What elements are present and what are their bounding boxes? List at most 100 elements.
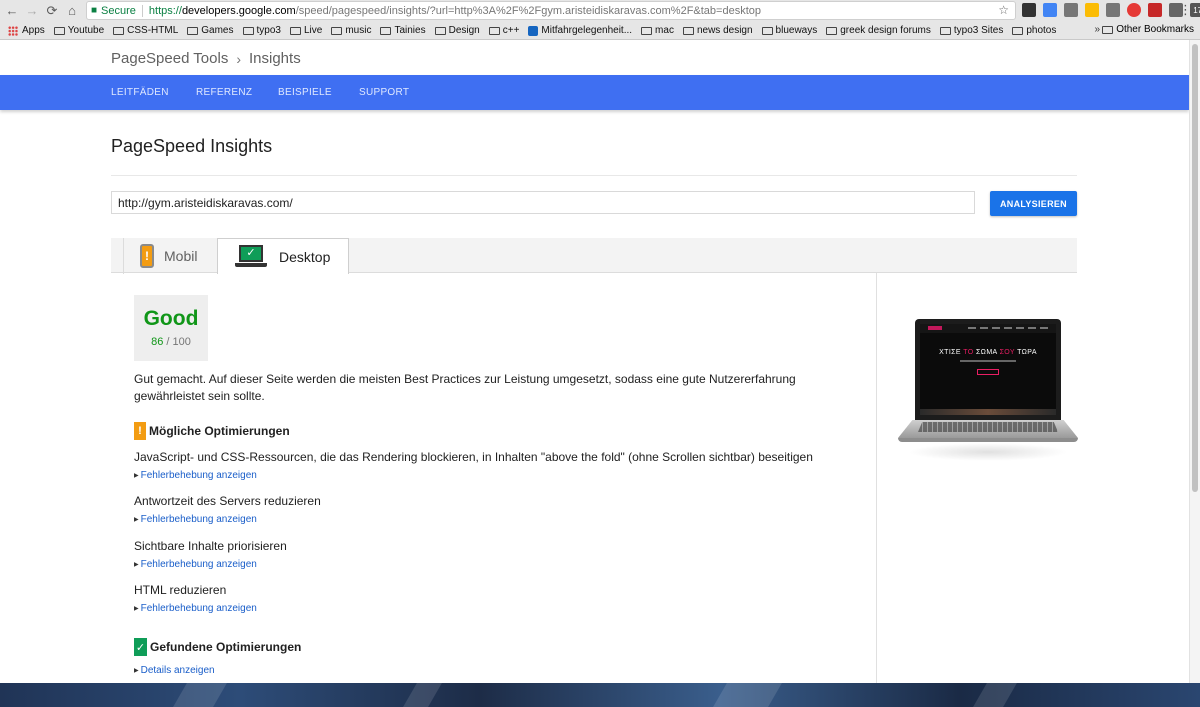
address-bar[interactable]: ■ Secure https:// developers.google.com …: [86, 1, 1016, 20]
show-fix-link[interactable]: ▶ Fehlerbehebung anzeigen: [134, 603, 257, 614]
bookmark-folder[interactable]: greek design forums: [826, 25, 931, 36]
folder-icon: [242, 26, 254, 35]
folder-icon: [331, 26, 343, 35]
analyze-button[interactable]: ANALYSIEREN: [990, 191, 1077, 216]
show-fix-link[interactable]: ▶ Fehlerbehebung anzeigen: [134, 559, 257, 570]
tab-mobile-label: Mobil: [164, 248, 198, 264]
triangle-right-icon: ▶: [134, 668, 139, 674]
show-details-link[interactable]: ▶ Details anzeigen: [134, 665, 215, 676]
desktop-wallpaper: [0, 683, 1200, 707]
chevron-right-icon: ›: [236, 50, 241, 67]
bookmark-folder[interactable]: Design: [434, 25, 480, 36]
possible-optimizations-heading: ! Mögliche Optimierungen: [134, 422, 290, 440]
bookmark-folder[interactable]: music: [331, 25, 371, 36]
score-label: Good: [143, 307, 199, 330]
bookmark-folder[interactable]: blueways: [761, 25, 817, 36]
home-icon[interactable]: ⌂: [62, 1, 82, 21]
forward-arrow-icon[interactable]: →: [22, 1, 42, 21]
nav-link-guides[interactable]: LEITFÄDEN: [111, 87, 169, 98]
url-input[interactable]: [111, 191, 975, 214]
extension-icon[interactable]: [1148, 3, 1162, 17]
extension-icon[interactable]: [1106, 3, 1120, 17]
bookmark-folder[interactable]: Tainies: [380, 25, 426, 36]
star-icon[interactable]: ☆: [998, 3, 1009, 17]
web-page: PageSpeed Tools › Insights LEITFÄDEN REF…: [0, 40, 1189, 683]
laptop-check-icon: ✓: [235, 244, 267, 269]
url-scheme: https://: [148, 4, 182, 17]
browser-menu-icon[interactable]: ⋮: [1179, 2, 1192, 18]
bookmark-folder[interactable]: Live: [289, 25, 322, 36]
folder-icon: [761, 26, 773, 35]
bookmark-folder[interactable]: typo3 Sites: [939, 25, 1003, 36]
bookmark-link[interactable]: Mitfahrgelegenheit...: [528, 25, 632, 36]
results-column-divider: [876, 273, 877, 683]
bookmark-apps[interactable]: Apps: [8, 25, 45, 36]
folder-icon: [113, 26, 125, 35]
extension-icon[interactable]: [1085, 3, 1099, 17]
folder-icon: [1102, 25, 1114, 34]
bookmark-folder[interactable]: Youtube: [53, 25, 104, 36]
bookmark-folder[interactable]: photos: [1012, 25, 1056, 36]
back-arrow-icon[interactable]: ←: [2, 1, 22, 21]
extension-icon[interactable]: [1022, 3, 1036, 17]
tab-mobile[interactable]: ! Mobil: [123, 238, 217, 274]
show-fix-link[interactable]: ▶ Fehlerbehebung anzeigen: [134, 470, 257, 481]
bookmark-folder[interactable]: Games: [187, 25, 234, 36]
title-divider: [111, 175, 1077, 176]
bookmark-folder[interactable]: typo3: [242, 25, 281, 36]
nav-link-samples[interactable]: BEISPIELE: [278, 87, 332, 98]
scrollbar-thumb[interactable]: [1192, 44, 1198, 492]
bookmark-folder[interactable]: news design: [682, 25, 753, 36]
bookmark-folder[interactable]: mac: [641, 25, 674, 36]
other-bookmarks[interactable]: Other Bookmarks: [1102, 24, 1194, 35]
triangle-right-icon: ▶: [134, 606, 139, 612]
extension-icon[interactable]: [1064, 3, 1078, 17]
folder-icon: [488, 26, 500, 35]
found-optimizations-heading: ✓ Gefundene Optimierungen: [134, 638, 302, 656]
nav-link-reference[interactable]: REFERENZ: [196, 87, 252, 98]
breadcrumb-current: Insights: [249, 50, 301, 67]
page-scrollbar[interactable]: [1189, 40, 1200, 683]
laptop-screen: ΧΤΙΣΕ ΤΟ ΣΩΜΑ ΣΟΥ ΤΩΡΑ: [920, 324, 1056, 415]
warning-icon: !: [134, 422, 146, 440]
rule-title: Sichtbare Inhalte priorisieren: [134, 539, 287, 553]
folder-icon: [53, 26, 65, 35]
preview-headline: ΧΤΙΣΕ ΤΟ ΣΩΜΑ ΣΟΥ ΤΩΡΑ: [939, 349, 1037, 356]
phone-warning-icon: !: [140, 244, 154, 268]
desktop-preview-screenshot: ΧΤΙΣΕ ΤΟ ΣΩΜΑ ΣΟΥ ΤΩΡΑ: [898, 319, 1078, 464]
rule-title: Antwortzeit des Servers reduzieren: [134, 494, 321, 508]
extension-icons: 17m: [1022, 3, 1200, 17]
browser-chrome: ← → ⟳ ⌂ ■ Secure https:// developers.goo…: [0, 0, 1200, 40]
security-label: Secure: [101, 4, 143, 17]
folder-icon: [380, 26, 392, 35]
score-value: 86 / 100: [151, 336, 191, 348]
nav-link-support[interactable]: SUPPORT: [359, 87, 409, 98]
extension-icon[interactable]: [1043, 3, 1057, 17]
folder-icon: [289, 26, 301, 35]
folder-icon: [1012, 26, 1024, 35]
score-summary: Gut gemacht. Auf dieser Seite werden die…: [134, 372, 796, 403]
lock-icon: ■: [91, 5, 98, 16]
show-fix-link[interactable]: ▶ Fehlerbehebung anzeigen: [134, 514, 257, 525]
bookmarks-overflow-button[interactable]: »: [1094, 24, 1100, 35]
url-path: /speed/pagespeed/insights/?url=http%3A%2…: [295, 4, 761, 17]
extension-icon[interactable]: [1127, 3, 1141, 17]
rule-title: JavaScript- und CSS-Ressourcen, die das …: [134, 450, 813, 464]
folder-icon: [826, 26, 838, 35]
folder-icon: [641, 26, 653, 35]
bookmark-folder[interactable]: c++: [488, 25, 519, 36]
triangle-right-icon: ▶: [134, 473, 139, 479]
triangle-right-icon: ▶: [134, 517, 139, 523]
rule-title: HTML reduzieren: [134, 583, 227, 597]
folder-icon: [939, 26, 951, 35]
triangle-right-icon: ▶: [134, 562, 139, 568]
tab-desktop[interactable]: ✓ Desktop: [217, 238, 349, 274]
tab-desktop-label: Desktop: [279, 248, 331, 265]
bookmarks-bar: Apps Youtube CSS-HTML Games typo3 Live m…: [0, 21, 1200, 40]
score-badge: Good 86 / 100: [134, 295, 208, 361]
reload-icon[interactable]: ⟳: [42, 1, 62, 21]
site-header: PageSpeed Tools › Insights: [0, 40, 1189, 75]
bookmark-folder[interactable]: CSS-HTML: [113, 25, 178, 36]
breadcrumb-root-link[interactable]: PageSpeed Tools: [111, 50, 228, 67]
url-host: developers.google.com: [181, 4, 296, 17]
